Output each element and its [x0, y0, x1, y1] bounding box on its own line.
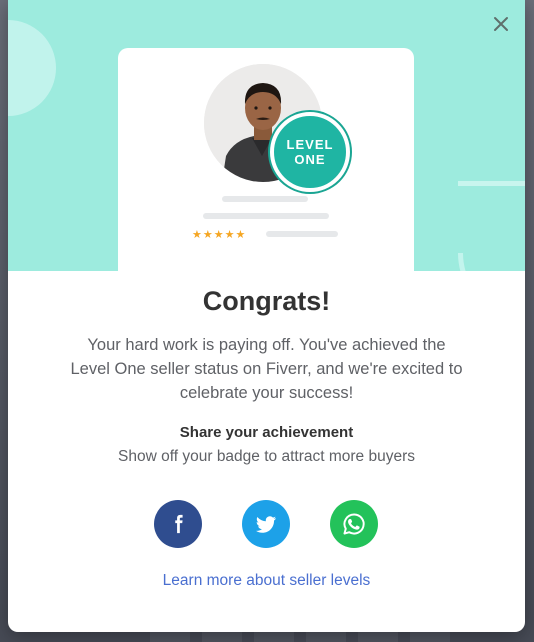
seller-profile-card: LEVEL ONE ★★★★★: [118, 48, 414, 271]
twitter-icon: [256, 516, 276, 533]
share-facebook-button[interactable]: [154, 500, 202, 548]
decorative-half-circle: [458, 183, 525, 271]
facebook-icon: [175, 514, 183, 534]
modal-message: Your hard work is paying off. You've ach…: [70, 336, 463, 402]
learn-more-link[interactable]: Learn more about seller levels: [8, 572, 525, 590]
close-icon: [494, 17, 508, 31]
badge-line2: ONE: [294, 152, 326, 167]
share-subtext: Show off your badge to attract more buye…: [118, 448, 415, 465]
share-whatsapp-button[interactable]: [330, 500, 378, 548]
share-twitter-button[interactable]: [242, 500, 290, 548]
name-placeholder: [222, 196, 308, 202]
badge-line1: LEVEL: [286, 137, 334, 152]
title-placeholder: [203, 213, 329, 219]
congrats-modal: LEVEL ONE ★★★★★ Congrats! Your hard work…: [8, 0, 525, 632]
share-heading: Share your achievement: [179, 424, 354, 441]
decorative-circle: [8, 20, 56, 116]
modal-title: Congrats!: [202, 286, 331, 316]
close-button[interactable]: [487, 10, 515, 38]
modal-hero: LEVEL ONE ★★★★★: [8, 0, 525, 271]
rating-stars: ★★★★★: [192, 229, 247, 241]
decorative-bar: [458, 181, 525, 186]
level-one-badge: LEVEL ONE: [270, 112, 350, 192]
whatsapp-icon: [343, 513, 365, 535]
review-placeholder: [266, 231, 338, 237]
